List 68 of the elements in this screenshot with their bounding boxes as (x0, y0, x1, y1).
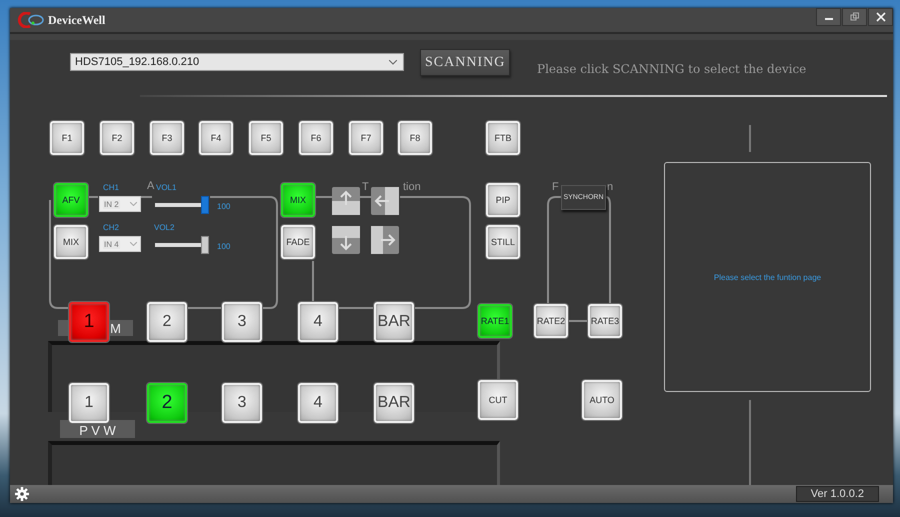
panel-key[interactable]: 2 (147, 383, 187, 423)
panel-key[interactable]: F1 (50, 121, 84, 155)
group-label-fragment: n (607, 181, 614, 193)
group-label-fragment: A (147, 180, 154, 192)
panel-key[interactable]: CUT (478, 380, 518, 420)
panel-key[interactable]: BAR (374, 383, 414, 423)
wipe-right-button[interactable] (371, 226, 399, 254)
version-label: Ver 1.0.0.2 (796, 486, 879, 502)
panel-key[interactable]: F6 (299, 121, 333, 155)
caret-icon (130, 202, 137, 206)
channel-label: CH2 (103, 223, 120, 232)
panel-key[interactable]: F7 (349, 121, 383, 155)
panel-key[interactable]: 3 (222, 383, 262, 423)
volume-label: VOL1 (156, 183, 176, 192)
panel-key[interactable]: RATE2 (534, 304, 568, 338)
panel-key[interactable]: RATE1 (478, 304, 512, 338)
connector-line (338, 307, 374, 309)
caret-icon (389, 60, 397, 64)
group-label-fragment: F (552, 181, 559, 193)
minimize-button[interactable] (816, 8, 841, 26)
restore-icon (850, 12, 860, 22)
connector-line (312, 261, 314, 302)
volume-reading: 100 (217, 242, 230, 251)
panel-key[interactable]: MIX (54, 225, 88, 259)
wipe-left-button[interactable] (371, 187, 399, 215)
panel-key[interactable]: F3 (150, 121, 184, 155)
device-dropdown[interactable]: HDS7105_192.168.0.210 (70, 53, 404, 71)
wipe-down-button[interactable] (332, 226, 360, 254)
logo-icon (16, 12, 46, 28)
panel-key[interactable]: 2 (147, 302, 187, 342)
scanning-button[interactable]: SCANNING (420, 49, 510, 76)
panel-key[interactable]: F5 (249, 121, 283, 155)
function-page-message: Please select the funtion page (714, 272, 822, 282)
panel-key[interactable]: STILL (486, 225, 520, 259)
volume-reading: 100 (217, 202, 230, 211)
panel-key[interactable]: FTB (486, 121, 520, 155)
connector-line (88, 196, 98, 198)
group-label-fragment: T (362, 181, 369, 193)
connector-line (141, 196, 152, 198)
panel-key[interactable]: F2 (100, 121, 134, 155)
panel-key[interactable]: 4 (298, 302, 338, 342)
panel-key[interactable]: 1 (69, 383, 109, 423)
group-label-fragment: tion (403, 181, 421, 193)
wipe-up-button[interactable] (332, 187, 360, 215)
caret-icon (130, 242, 137, 246)
hint-text: Please click SCANNING to select the device (537, 62, 806, 76)
panel-key[interactable]: MIX (281, 183, 315, 217)
panel-key[interactable]: 3 (222, 302, 262, 342)
volume-label: VOL2 (154, 223, 174, 232)
panel-key[interactable]: FADE (281, 225, 315, 259)
panel-key[interactable]: F4 (199, 121, 233, 155)
connector-line (568, 320, 588, 322)
channel-label: CH1 (103, 183, 120, 192)
connector-line (316, 196, 332, 198)
connector-line (360, 196, 371, 198)
settings-icon[interactable] (15, 487, 29, 501)
panel-key[interactable]: RATE3 (588, 304, 622, 338)
panel-key[interactable]: PIP (486, 183, 520, 217)
panel-key[interactable]: AFV (54, 183, 88, 217)
restore-button[interactable] (842, 8, 867, 26)
window-title: DeviceWell (48, 12, 106, 28)
panel-key[interactable]: AUTO (582, 380, 622, 420)
panel-key[interactable]: 1 (69, 302, 109, 342)
panel-key[interactable]: 4 (298, 383, 338, 423)
close-button[interactable] (868, 8, 893, 26)
panel-key[interactable]: BAR (374, 302, 414, 342)
close-icon (876, 12, 886, 22)
panel-key[interactable]: F8 (398, 121, 432, 155)
